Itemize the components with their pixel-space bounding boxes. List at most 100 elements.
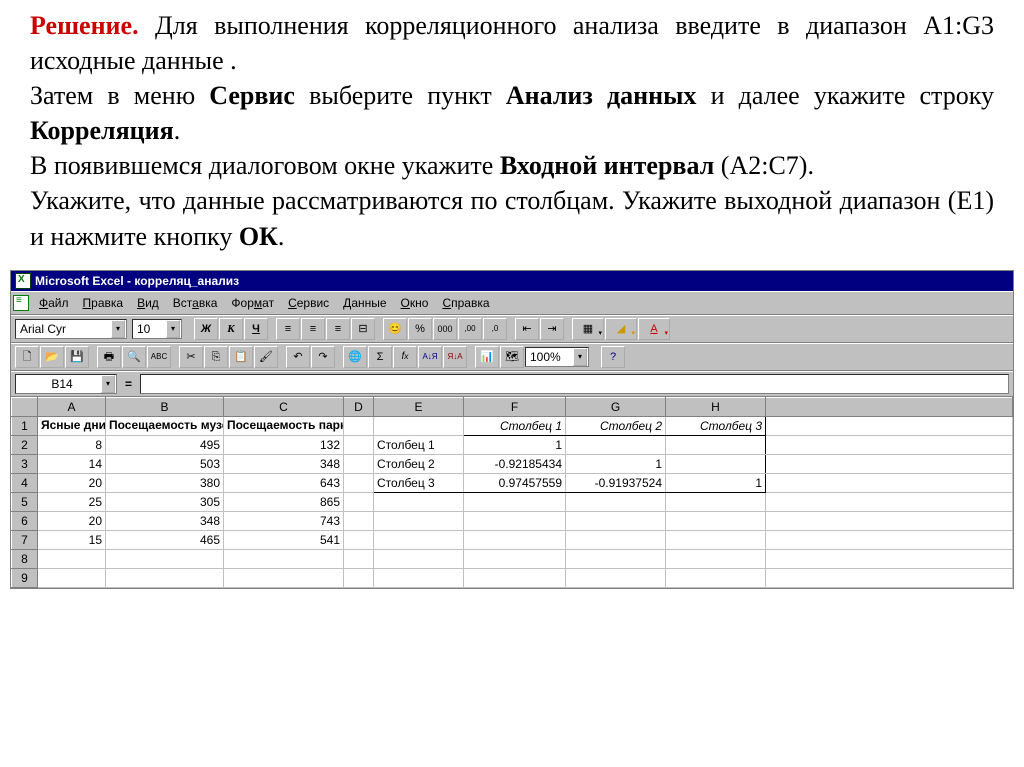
- row-header-1[interactable]: 1: [12, 417, 38, 436]
- cell-B5[interactable]: 305: [106, 493, 224, 512]
- cell-F8[interactable]: [464, 550, 566, 569]
- cell-A8[interactable]: [38, 550, 106, 569]
- cell-D9[interactable]: [344, 569, 374, 588]
- cell-B4[interactable]: 380: [106, 474, 224, 493]
- cell-F6[interactable]: [464, 512, 566, 531]
- row-header-7[interactable]: 7: [12, 531, 38, 550]
- bold-button[interactable]: Ж: [194, 318, 218, 340]
- col-header-F[interactable]: F: [464, 398, 566, 417]
- cell-C1[interactable]: Посещаемость парка: [224, 417, 344, 436]
- formula-bar[interactable]: [140, 374, 1009, 394]
- menu-format[interactable]: Формат: [225, 294, 280, 312]
- menu-file[interactable]: Файл: [33, 294, 75, 312]
- cell-G9[interactable]: [566, 569, 666, 588]
- cell-D5[interactable]: [344, 493, 374, 512]
- cell-H2[interactable]: [666, 436, 766, 455]
- cell-A7[interactable]: 15: [38, 531, 106, 550]
- copy-button[interactable]: ⎘: [204, 346, 228, 368]
- cell-H4[interactable]: 1: [666, 474, 766, 493]
- cell-B8[interactable]: [106, 550, 224, 569]
- cell-B2[interactable]: 495: [106, 436, 224, 455]
- increase-indent-button[interactable]: ⇥: [540, 318, 564, 340]
- cell-D2[interactable]: [344, 436, 374, 455]
- cell-A2[interactable]: 8: [38, 436, 106, 455]
- col-header-H[interactable]: H: [666, 398, 766, 417]
- cell-D6[interactable]: [344, 512, 374, 531]
- name-box[interactable]: B14: [15, 374, 117, 394]
- fill-color-button[interactable]: ◢: [605, 318, 637, 340]
- menu-insert[interactable]: Вставка: [167, 294, 224, 312]
- cell-C6[interactable]: 743: [224, 512, 344, 531]
- cell-F2[interactable]: 1: [464, 436, 566, 455]
- font-size-combo[interactable]: 10: [132, 319, 182, 339]
- autosum-button[interactable]: Σ: [368, 346, 392, 368]
- redo-button[interactable]: ↷: [311, 346, 335, 368]
- col-header-B[interactable]: B: [106, 398, 224, 417]
- borders-button[interactable]: ▦: [572, 318, 604, 340]
- cell-C3[interactable]: 348: [224, 455, 344, 474]
- chart-button[interactable]: 📊: [475, 346, 499, 368]
- cell-G3[interactable]: 1: [566, 455, 666, 474]
- menu-data[interactable]: Данные: [337, 294, 392, 312]
- currency-button[interactable]: 😊: [383, 318, 407, 340]
- italic-button[interactable]: К: [219, 318, 243, 340]
- cell-H8[interactable]: [666, 550, 766, 569]
- cell-B1[interactable]: Посещаемость музея: [106, 417, 224, 436]
- cell-H1[interactable]: Столбец 3: [666, 417, 766, 436]
- cell-A1[interactable]: Ясные дни: [38, 417, 106, 436]
- cell-B9[interactable]: [106, 569, 224, 588]
- cell-E6[interactable]: [374, 512, 464, 531]
- cell-F1[interactable]: Столбец 1: [464, 417, 566, 436]
- col-header-G[interactable]: G: [566, 398, 666, 417]
- cell-G8[interactable]: [566, 550, 666, 569]
- cell-D3[interactable]: [344, 455, 374, 474]
- cell-E8[interactable]: [374, 550, 464, 569]
- menu-tools[interactable]: Сервис: [282, 294, 335, 312]
- cell-B7[interactable]: 465: [106, 531, 224, 550]
- cell-F4[interactable]: 0.97457559: [464, 474, 566, 493]
- font-name-combo[interactable]: Arial Cyr: [15, 319, 127, 339]
- cell-A4[interactable]: 20: [38, 474, 106, 493]
- new-button[interactable]: 🗋: [15, 346, 39, 368]
- col-header-D[interactable]: D: [344, 398, 374, 417]
- sort-desc-button[interactable]: Я↓А: [443, 346, 467, 368]
- cell-H5[interactable]: [666, 493, 766, 512]
- underline-button[interactable]: Ч: [244, 318, 268, 340]
- cell-C7[interactable]: 541: [224, 531, 344, 550]
- align-right-button[interactable]: ≡: [326, 318, 350, 340]
- comma-button[interactable]: 000: [433, 318, 457, 340]
- menu-view[interactable]: Вид: [131, 294, 165, 312]
- row-header-6[interactable]: 6: [12, 512, 38, 531]
- menu-edit[interactable]: Правка: [77, 294, 130, 312]
- row-header-3[interactable]: 3: [12, 455, 38, 474]
- cell-F3[interactable]: -0.92185434: [464, 455, 566, 474]
- cell-E4[interactable]: Столбец 3: [374, 474, 464, 493]
- paste-button[interactable]: 📋: [229, 346, 253, 368]
- row-header-5[interactable]: 5: [12, 493, 38, 512]
- hyperlink-button[interactable]: 🌐: [343, 346, 367, 368]
- cell-G4[interactable]: -0.91937524: [566, 474, 666, 493]
- align-left-button[interactable]: ≡: [276, 318, 300, 340]
- row-header-2[interactable]: 2: [12, 436, 38, 455]
- cell-E3[interactable]: Столбец 2: [374, 455, 464, 474]
- cell-B6[interactable]: 348: [106, 512, 224, 531]
- cell-D8[interactable]: [344, 550, 374, 569]
- menu-window[interactable]: Окно: [395, 294, 435, 312]
- cell-D4[interactable]: [344, 474, 374, 493]
- cell-B3[interactable]: 503: [106, 455, 224, 474]
- cell-E1[interactable]: [374, 417, 464, 436]
- cell-F7[interactable]: [464, 531, 566, 550]
- help-button[interactable]: ?: [601, 346, 625, 368]
- cell-E2[interactable]: Столбец 1: [374, 436, 464, 455]
- print-preview-button[interactable]: 🔍: [122, 346, 146, 368]
- cell-A5[interactable]: 25: [38, 493, 106, 512]
- cell-C4[interactable]: 643: [224, 474, 344, 493]
- cell-G7[interactable]: [566, 531, 666, 550]
- row-header-9[interactable]: 9: [12, 569, 38, 588]
- cell-F9[interactable]: [464, 569, 566, 588]
- cell-H6[interactable]: [666, 512, 766, 531]
- zoom-combo[interactable]: 100%: [525, 347, 589, 367]
- function-button[interactable]: fx: [393, 346, 417, 368]
- font-color-button[interactable]: A: [638, 318, 670, 340]
- cell-A3[interactable]: 14: [38, 455, 106, 474]
